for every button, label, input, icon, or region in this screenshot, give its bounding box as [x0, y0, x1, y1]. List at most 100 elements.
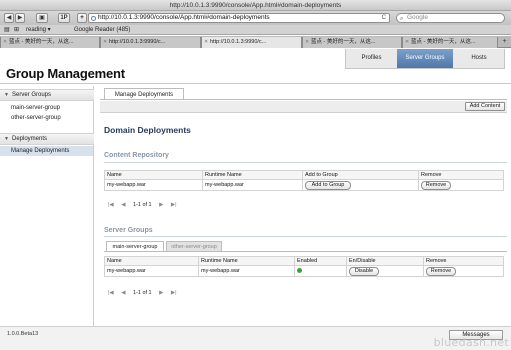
- main-panel: Manage Deployments Add Content Domain De…: [100, 86, 507, 326]
- close-icon[interactable]: ✕: [305, 37, 309, 48]
- bookmark-button[interactable]: ▣: [36, 13, 48, 23]
- next-page-icon[interactable]: ▶: [159, 202, 163, 208]
- column-header: Remove: [418, 170, 504, 180]
- browser-tab-label: 蓝点 - 美好的一天，从这...: [9, 39, 74, 45]
- close-icon[interactable]: ✕: [103, 37, 107, 48]
- column-header: En/Disable: [346, 256, 424, 266]
- disable-button[interactable]: Disable: [349, 266, 379, 276]
- first-page-icon[interactable]: |◀: [108, 290, 114, 296]
- sidebar-header-deployments[interactable]: ▼ Deployments: [0, 133, 94, 145]
- window-title: http://10.0.1.3:9990/console/App.html#do…: [169, 2, 342, 9]
- section-divider: [104, 162, 507, 163]
- sidebar-item-main-server-group[interactable]: main-server-group: [11, 105, 60, 111]
- cell-remove: Remove: [418, 179, 504, 191]
- sidebar: ▼ Server Groups main-server-group other-…: [0, 86, 94, 326]
- browser-tab-label: http://10.0.1.3:9990/c...: [109, 39, 166, 45]
- bookmark-reading[interactable]: reading ▾: [26, 25, 51, 35]
- first-page-icon[interactable]: |◀: [108, 202, 114, 208]
- watermark: bluedash.net: [433, 336, 509, 349]
- cell-remove: Remove: [423, 265, 504, 277]
- forward-button[interactable]: ▶: [15, 13, 25, 23]
- server-group-pager: |◀ ◀ 1-1 of 1 ▶ ▶|: [108, 290, 183, 296]
- enabled-status-icon: [297, 267, 302, 273]
- sidebar-header-label: Server Groups: [12, 92, 52, 98]
- onepassword-button[interactable]: 1P: [58, 13, 70, 23]
- browser-tab-label: http://10.0.1.3:9990/c...: [210, 39, 267, 45]
- tab-divider: [104, 251, 507, 252]
- nav-server-groups[interactable]: Server Groups: [397, 49, 453, 68]
- search-input[interactable]: ⌕ Google: [396, 13, 505, 23]
- browser-tab[interactable]: ✕ 蓝点 - 美好的一天，从这...: [302, 37, 402, 48]
- last-page-icon[interactable]: ▶|: [171, 290, 177, 296]
- section-heading: Domain Deployments: [104, 125, 191, 135]
- browser-tab-label: 蓝点 - 美好的一天，从这...: [311, 39, 376, 45]
- next-page-icon[interactable]: ▶: [159, 290, 163, 296]
- sidebar-item-other-server-group[interactable]: other-server-group: [11, 115, 61, 121]
- add-bookmark-button[interactable]: +: [77, 13, 87, 23]
- search-icon: ⌕: [400, 16, 404, 22]
- browser-tab-label: 蓝点 - 美好的一天，从这...: [411, 39, 476, 45]
- content-repository-table: Name Runtime Name Add to Group Remove my…: [104, 170, 504, 191]
- remove-button[interactable]: Remove: [426, 266, 456, 276]
- nav-profiles[interactable]: Profiles: [346, 49, 397, 68]
- add-to-group-button[interactable]: Add to Group: [305, 180, 351, 190]
- browser-tab[interactable]: ✕ 蓝点 - 美好的一天，从这...: [0, 37, 100, 48]
- sidebar-item-manage-deployments[interactable]: Manage Deployments: [0, 146, 93, 156]
- column-header: Runtime Name: [198, 256, 295, 266]
- close-icon[interactable]: ✕: [204, 37, 208, 48]
- tab-other-server-group[interactable]: other-server-group: [166, 241, 222, 251]
- top-navigation: Profiles Server Groups Hosts: [345, 49, 505, 69]
- tab-main-server-group[interactable]: main-server-group: [106, 241, 164, 251]
- cell-enabled: [294, 265, 347, 277]
- cell-name: my-webapp.war: [104, 179, 203, 191]
- tab-divider: [100, 99, 507, 100]
- table-header-row: Name Runtime Name Add to Group Remove: [104, 170, 504, 180]
- remove-button[interactable]: Remove: [421, 180, 451, 190]
- back-button[interactable]: ◀: [4, 13, 14, 23]
- action-bar: Add Content: [100, 101, 507, 113]
- section-divider: [104, 236, 507, 237]
- last-page-icon[interactable]: ▶|: [171, 202, 177, 208]
- column-header: Add to Group: [302, 170, 419, 180]
- browser-tab-strip: ✕ 蓝点 - 美好的一天，从这... ✕ http://10.0.1.3:9990/…: [0, 36, 511, 48]
- url-field[interactable]: + http://10.0.1.3:9990/console/App.html#…: [77, 13, 390, 23]
- new-tab-button[interactable]: +: [500, 37, 509, 47]
- cell-runtime-name: my-webapp.war: [202, 179, 303, 191]
- search-placeholder: Google: [407, 14, 428, 21]
- table-header-row: Name Runtime Name Enabled En/Disable Rem…: [104, 256, 504, 266]
- sidebar-toggle-icon[interactable]: ▤: [4, 25, 10, 35]
- content-repository-title: Content Repository: [104, 152, 169, 159]
- column-header: Runtime Name: [202, 170, 303, 180]
- table-row: my-webapp.war my-webapp.war Disable Remo…: [104, 265, 504, 277]
- column-header: Name: [104, 170, 203, 180]
- column-header: Remove: [423, 256, 504, 266]
- bookmarks-bar: ▤ ⊞ reading ▾ Google Reader (485): [0, 25, 511, 35]
- app-content: Group Management Profiles Server Groups …: [0, 49, 511, 350]
- sidebar-header-server-groups[interactable]: ▼ Server Groups: [0, 89, 94, 101]
- caret-down-icon: ▼: [4, 92, 9, 98]
- add-content-button[interactable]: Add Content: [465, 102, 505, 111]
- book-icon: ▣: [39, 15, 45, 21]
- nav-hosts[interactable]: Hosts: [453, 49, 505, 68]
- column-header: Name: [104, 256, 199, 266]
- close-icon[interactable]: ✕: [3, 37, 7, 48]
- version-label: 1.0.0.Beta13: [7, 331, 39, 337]
- back-icon: ◀: [6, 15, 12, 21]
- window-titlebar: http://10.0.1.3:9990/console/App.html#do…: [0, 0, 511, 11]
- column-header: Enabled: [294, 256, 347, 266]
- server-groups-title: Server Groups: [104, 227, 153, 234]
- bookmark-google-reader[interactable]: Google Reader (485): [74, 25, 130, 35]
- browser-tab[interactable]: ✕ http://10.0.1.3:9990/c...: [100, 37, 201, 48]
- apps-grid-icon[interactable]: ⊞: [14, 25, 19, 35]
- reload-icon[interactable]: C: [382, 14, 386, 22]
- browser-tab-active[interactable]: ✕ http://10.0.1.3:9990/c...: [201, 37, 302, 48]
- prev-page-icon[interactable]: ◀: [121, 202, 125, 208]
- close-icon[interactable]: ✕: [405, 37, 409, 48]
- cell-name: my-webapp.war: [104, 265, 199, 277]
- page-range: 1-1 of 1: [132, 290, 152, 296]
- browser-toolbar: ◀ ▶ ▣ 1P + http://10.0.1.3:9990/console/…: [0, 11, 511, 25]
- browser-tab[interactable]: ✕ 蓝点 - 美好的一天，从这...: [402, 37, 498, 48]
- url-text: http://10.0.1.3:9990/console/App.html#do…: [98, 14, 270, 21]
- cell-runtime-name: my-webapp.war: [198, 265, 295, 277]
- prev-page-icon[interactable]: ◀: [121, 290, 125, 296]
